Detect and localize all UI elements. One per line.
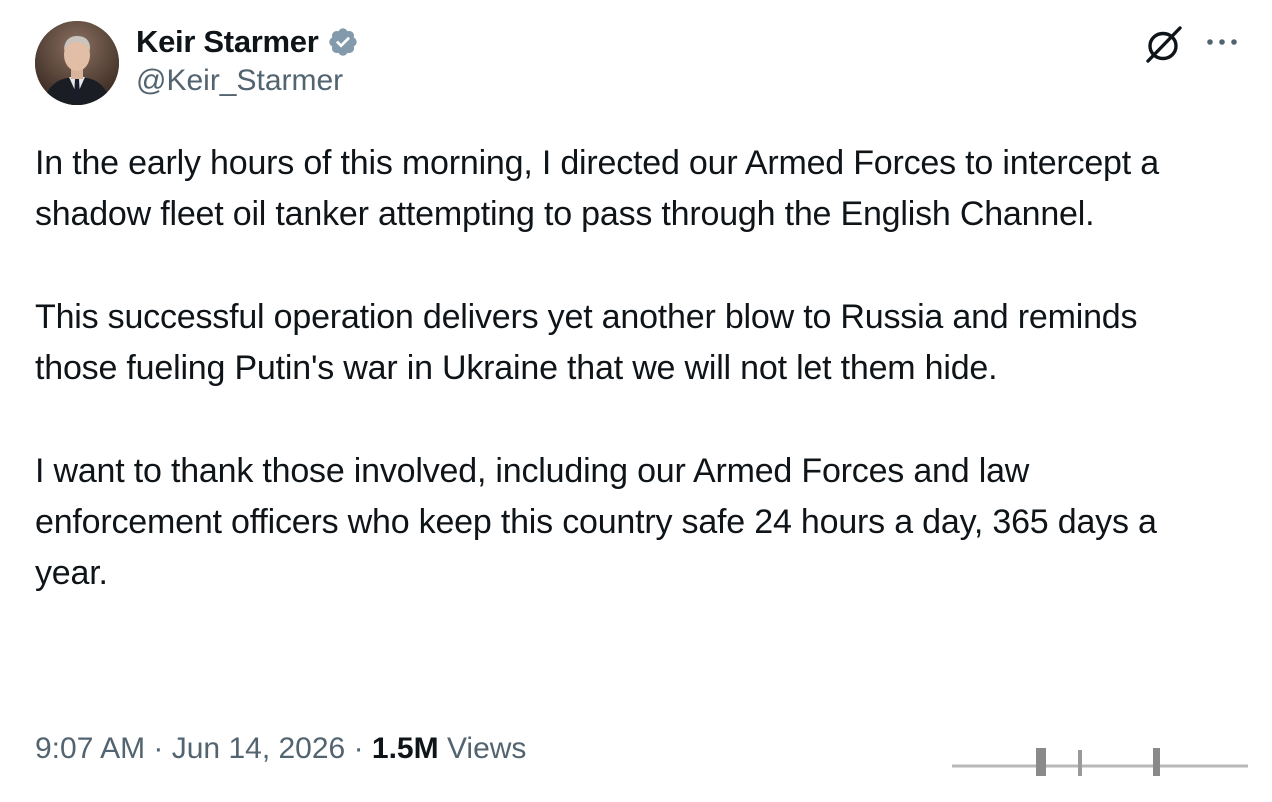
- more-options-icon[interactable]: [1203, 28, 1243, 56]
- tweet-date[interactable]: Jun 14, 2026: [172, 732, 345, 765]
- grok-icon[interactable]: [1143, 24, 1185, 64]
- author-handle[interactable]: @Keir_Starmer: [136, 64, 343, 98]
- meta-separator: ·: [345, 732, 372, 765]
- tweet-time[interactable]: 9:07 AM: [35, 732, 145, 765]
- tweet-paragraph: I want to thank those involved, includin…: [35, 451, 1157, 593]
- views-count: 1.5M: [371, 732, 439, 765]
- tweet-paragraph: This successful operation delivers yet a…: [35, 297, 1138, 388]
- verified-badge-icon[interactable]: [327, 26, 359, 58]
- avatar[interactable]: [35, 21, 119, 105]
- tweet-paragraph: In the early hours of this morning, I di…: [35, 144, 1159, 234]
- tweet-text: In the early hours of this morning, I di…: [35, 138, 1225, 651]
- tweet-card: Keir Starmer @Keir_Starmer In the early …: [0, 0, 1272, 802]
- author-name-row: Keir Starmer: [136, 22, 359, 62]
- author-display-name[interactable]: Keir Starmer: [136, 24, 319, 60]
- views-label: Views: [438, 732, 527, 765]
- tweet-meta: 9:07 AM · Jun 14, 2026 · 1.5M Views: [35, 732, 526, 766]
- meta-separator: ·: [145, 732, 172, 765]
- watermark-graphic: [950, 742, 1250, 782]
